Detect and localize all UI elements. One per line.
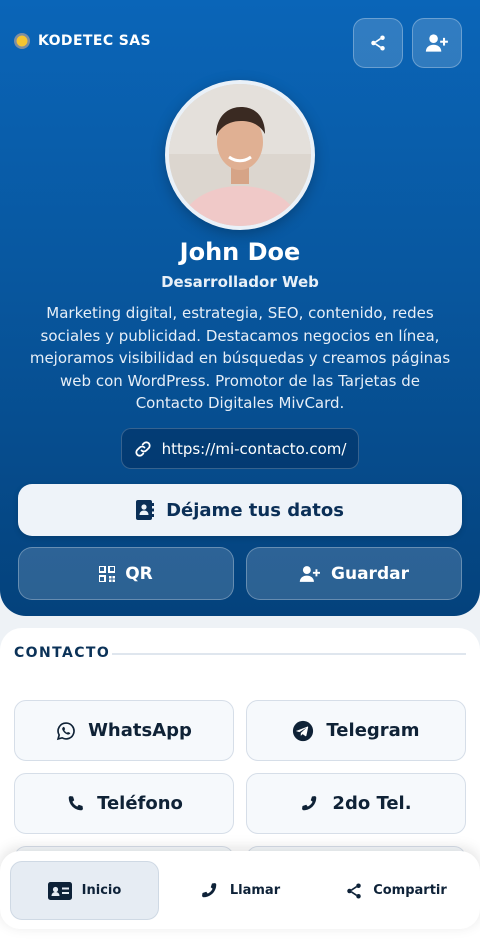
contact-section-title: CONTACTO [14,645,111,661]
profile-hero: KODETEC SAS John Doe Desarrollador Web M… [0,0,480,616]
leave-details-label: Déjame tus datos [166,499,344,521]
avatar-image [169,84,311,226]
website-url: https://mi-contacto.com/ [161,439,347,458]
profile-role: Desarrollador Web [161,273,319,291]
nav-item-llamar[interactable]: Llamar [165,861,315,920]
bottom-nav: Inicio Llamar Compartir [0,851,480,929]
save-contact-button[interactable]: Guardar [246,547,462,600]
second-phone-button[interactable]: 2do Tel. [246,773,466,834]
nav-item-label: Inicio [81,883,122,898]
second-phone-label: 2do Tel. [332,793,412,814]
whatsapp-icon [56,721,75,740]
contact-book-icon [136,500,155,520]
telegram-label: Telegram [326,720,420,741]
share-icon [371,35,385,51]
qr-icon [99,565,116,582]
brand-logo-icon [14,33,30,49]
user-plus-icon [299,565,321,582]
telegram-button[interactable]: Telegram [246,700,466,761]
link-icon [134,440,151,457]
qr-button[interactable]: QR [18,547,234,600]
save-label: Guardar [331,563,409,584]
phone-icon [201,882,217,897]
brand: KODETEC SAS [14,33,151,49]
id-card-icon [47,881,72,900]
avatar [165,80,315,230]
phone-alt-icon [302,795,317,810]
leave-details-button[interactable]: Déjame tus datos [18,484,462,536]
phone-button[interactable]: Teléfono [14,773,234,834]
user-plus-icon [425,34,448,52]
phone-label: Teléfono [97,793,183,814]
share-button[interactable] [353,18,403,68]
section-divider [112,653,466,655]
add-contact-button[interactable] [412,18,462,68]
whatsapp-button[interactable]: WhatsApp [14,700,234,761]
brand-name: KODETEC SAS [38,33,151,49]
nav-item-label: Compartir [373,883,447,898]
whatsapp-label: WhatsApp [88,720,192,741]
profile-name: John Doe [179,238,301,266]
qr-label: QR [125,563,153,584]
nav-item-compartir[interactable]: Compartir [321,861,471,920]
telegram-icon [293,720,314,741]
website-link[interactable]: https://mi-contacto.com/ [121,428,359,469]
profile-bio: Marketing digital, estrategia, SEO, cont… [29,304,451,412]
nav-item-label: Llamar [229,883,281,898]
share-icon [347,883,361,898]
phone-icon [68,795,83,810]
nav-item-inicio[interactable]: Inicio [10,861,159,920]
